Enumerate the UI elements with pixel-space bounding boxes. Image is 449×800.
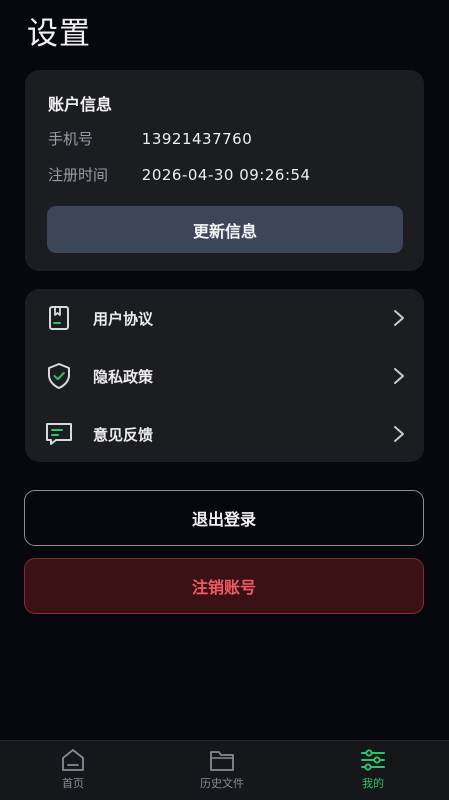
home-icon (62, 749, 84, 771)
account-info-title: 账户信息 (48, 95, 113, 114)
menu-label-feedback: 意见反馈 (93, 425, 154, 444)
page-title: 设置 (27, 16, 91, 52)
registration-row: 注册时间 2026-04-30 09:26:54 (48, 164, 311, 185)
registration-label: 注册时间 (48, 166, 109, 184)
tab-label-history-files: 历史文件 (200, 777, 244, 790)
tab-home[interactable]: 首页 (18, 741, 128, 800)
chevron-right-icon (394, 310, 404, 326)
document-icon (49, 306, 69, 330)
update-info-button[interactable]: 更新信息 (47, 206, 403, 253)
tab-label-mine: 我的 (362, 777, 384, 790)
registration-value: 2026-04-30 09:26:54 (141, 166, 311, 184)
folder-icon (210, 751, 234, 771)
tab-label-home: 首页 (62, 777, 84, 790)
tab-history-files[interactable]: 历史文件 (167, 741, 277, 800)
menu-item-privacy-policy[interactable]: 隐私政策 (25, 350, 424, 402)
settings-menu-card: 用户协议 隐私政策 意见反馈 (25, 289, 424, 462)
account-info-card: 账户信息 手机号 13921437760 注册时间 2026-04-30 09:… (25, 70, 424, 271)
menu-item-user-agreement[interactable]: 用户协议 (25, 292, 424, 344)
phone-label: 手机号 (48, 130, 94, 148)
phone-value: 13921437760 (141, 130, 253, 148)
logout-button[interactable]: 退出登录 (24, 490, 424, 546)
sliders-icon (361, 749, 385, 771)
phone-row: 手机号 13921437760 (48, 128, 252, 149)
settings-page: 设置 账户信息 手机号 13921437760 注册时间 2026-04-30 … (0, 0, 449, 800)
chevron-right-icon (394, 368, 404, 384)
menu-item-feedback[interactable]: 意见反馈 (25, 408, 424, 460)
delete-account-button[interactable]: 注销账号 (24, 558, 424, 614)
tab-mine[interactable]: 我的 (318, 741, 428, 800)
chat-bubble-icon (46, 423, 72, 445)
menu-label-user-agreement: 用户协议 (93, 309, 154, 328)
bottom-tab-bar: 首页 历史文件 我的 (0, 740, 449, 800)
shield-check-icon (48, 363, 70, 389)
menu-label-privacy-policy: 隐私政策 (93, 367, 154, 386)
chevron-right-icon (394, 426, 404, 442)
